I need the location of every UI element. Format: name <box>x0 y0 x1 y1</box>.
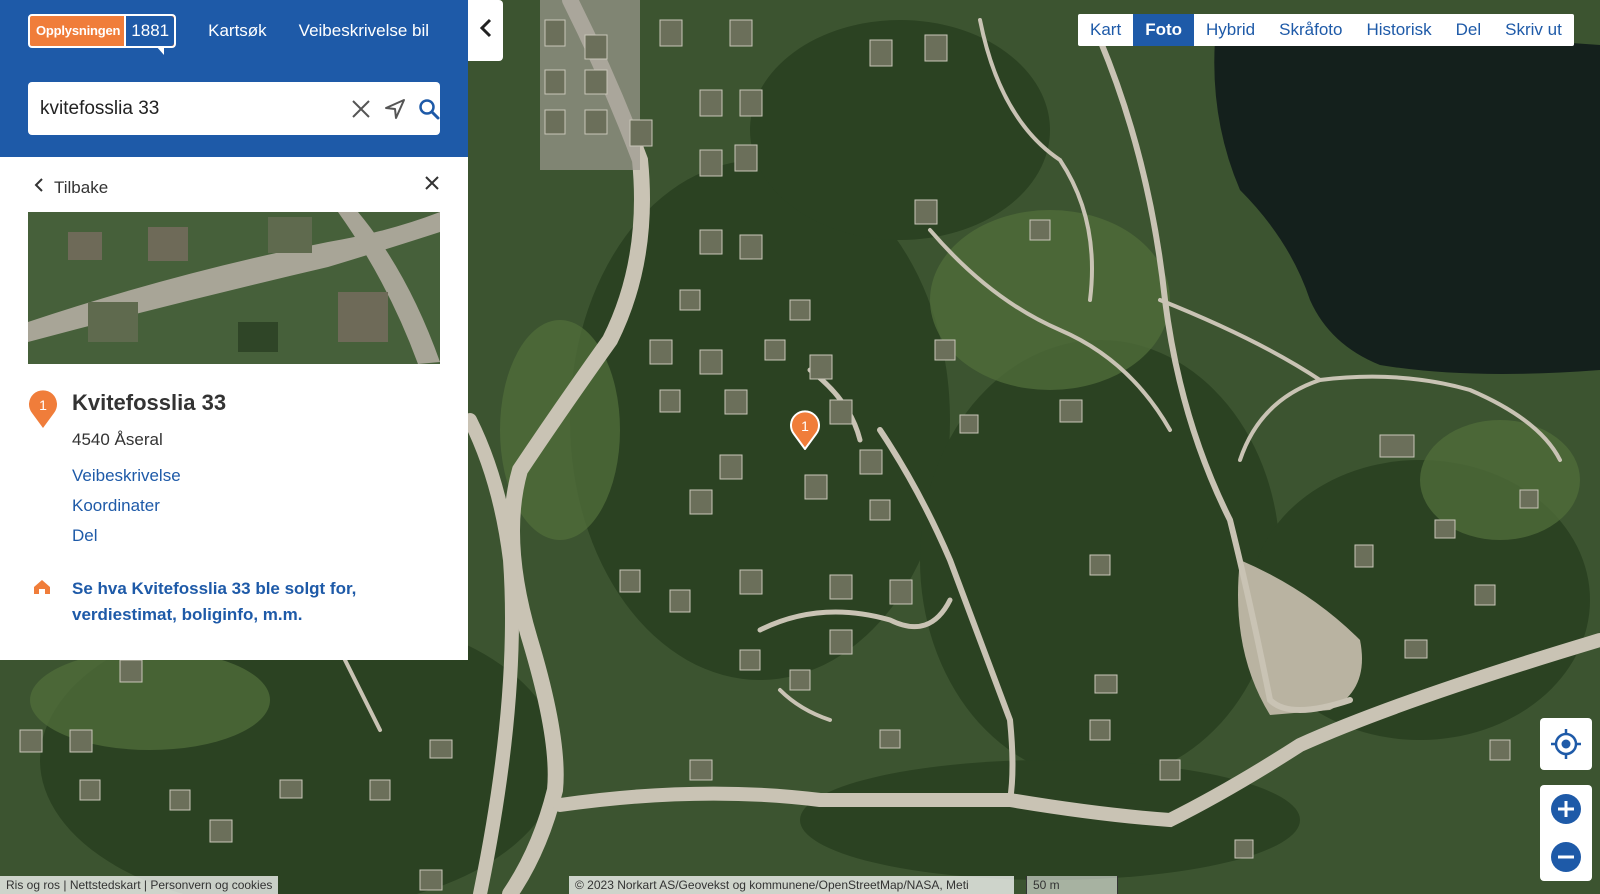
place-address: 4540 Åseral <box>72 430 163 449</box>
map-type-tabs: Kart Foto Hybrid Skråfoto Historisk Del … <box>1078 14 1574 46</box>
tab-historisk[interactable]: Historisk <box>1354 14 1443 46</box>
house-icon <box>33 579 51 600</box>
zoom-in-icon[interactable] <box>1540 785 1592 833</box>
nav-veibeskrivelse-bil[interactable]: Veibeskrivelse bil <box>299 21 429 41</box>
map-marker-number: 1 <box>801 418 809 434</box>
tab-del[interactable]: Del <box>1444 14 1494 46</box>
footer-link-personvern[interactable]: Personvern og cookies <box>150 878 272 892</box>
clear-search-icon[interactable] <box>351 98 372 120</box>
tab-skrafoto[interactable]: Skråfoto <box>1267 14 1354 46</box>
back-label: Tilbake <box>54 177 109 197</box>
location-aerial-thumbnail <box>28 212 440 364</box>
my-location-icon[interactable] <box>1540 718 1592 770</box>
opplysningen-1881-logo[interactable]: Opplysningen 1881 <box>28 13 177 55</box>
zoom-out-icon[interactable] <box>1540 833 1592 881</box>
chevron-left-icon <box>34 177 44 198</box>
result-pin-icon: 1 <box>28 389 58 434</box>
my-location-control <box>1540 718 1592 770</box>
property-info-link[interactable]: Se hva Kvitefosslia 33 ble solgt for, ve… <box>72 576 457 628</box>
logo-speech-tail <box>156 45 165 55</box>
search-input[interactable] <box>38 96 325 121</box>
search-box <box>28 82 440 135</box>
place-title: Kvitefosslia 33 <box>72 390 227 415</box>
zoom-control <box>1540 785 1592 881</box>
location-arrow-icon[interactable] <box>384 98 406 120</box>
tab-kart[interactable]: Kart <box>1078 14 1133 46</box>
logo-number: 1881 <box>124 15 175 46</box>
footer-link-ris-og-ros[interactable]: Ris og ros <box>6 878 60 892</box>
logo-text: Opplysningen <box>36 23 121 38</box>
map-attribution: © 2023 Norkart AS/Geovekst og kommunene/… <box>569 876 1014 894</box>
result-panel: Tilbake 1 Kvitefosslia 33 4540 Åseral Ve… <box>0 157 468 660</box>
link-del[interactable]: Del <box>72 526 98 546</box>
map-location-marker[interactable]: 1 <box>790 410 820 455</box>
top-nav-bar: Opplysningen 1881 Kartsøk Veibeskrivelse… <box>0 0 468 61</box>
link-koordinater[interactable]: Koordinater <box>72 496 160 516</box>
search-icon[interactable] <box>418 98 440 120</box>
back-button[interactable]: Tilbake <box>34 177 108 198</box>
result-pin-number: 1 <box>39 397 47 413</box>
search-area <box>0 61 468 157</box>
scale-bar: 50 m <box>1026 876 1118 894</box>
close-icon[interactable] <box>424 175 440 196</box>
footer-link-nettstedskart[interactable]: Nettstedskart <box>70 878 141 892</box>
tab-skriv-ut[interactable]: Skriv ut <box>1493 14 1574 46</box>
tab-foto[interactable]: Foto <box>1133 14 1195 46</box>
nav-kartsok[interactable]: Kartsøk <box>208 21 267 41</box>
link-veibeskrivelse[interactable]: Veibeskrivelse <box>72 466 181 486</box>
tab-hybrid[interactable]: Hybrid <box>1194 14 1267 46</box>
footer-links: Ris og ros | Nettstedskart | Personvern … <box>0 876 279 894</box>
chevron-left-icon <box>479 18 492 43</box>
collapse-panel-button[interactable] <box>468 0 503 61</box>
